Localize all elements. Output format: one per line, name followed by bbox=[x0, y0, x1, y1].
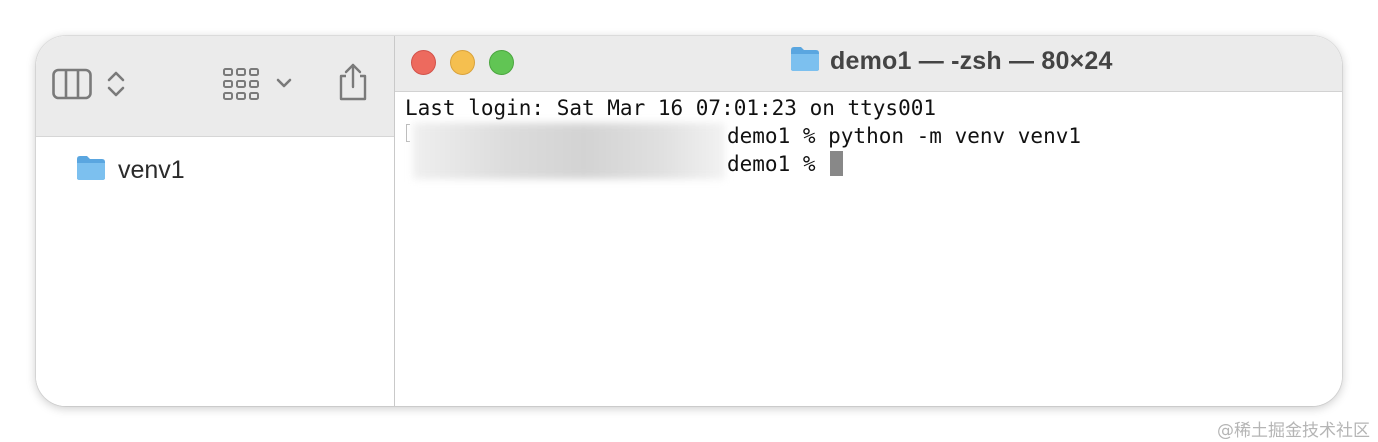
prompt-marker bbox=[406, 124, 410, 142]
window-title-text: demo1 — -zsh — 80×24 bbox=[830, 47, 1113, 75]
prompt-text: demo1 % bbox=[727, 152, 829, 176]
folder-icon bbox=[76, 155, 106, 186]
share-icon[interactable] bbox=[336, 62, 370, 102]
list-item[interactable]: venv1 bbox=[76, 155, 185, 186]
watermark: @稀土掘金技术社区 bbox=[1217, 421, 1370, 441]
folder-icon bbox=[790, 46, 820, 77]
finder-file-list: venv1 bbox=[36, 137, 396, 406]
terminal-window: demo1 — -zsh — 80×24 Last login: Sat Mar… bbox=[394, 36, 1342, 406]
finder-toolbar bbox=[36, 36, 396, 137]
command-line: demo1 % python -m venv venv1 bbox=[727, 124, 1082, 148]
redacted-prompt bbox=[413, 123, 725, 179]
sidebar-columns-icon[interactable] bbox=[52, 68, 92, 100]
file-name: venv1 bbox=[118, 156, 185, 184]
chevron-down-icon[interactable] bbox=[275, 76, 293, 90]
sort-chevrons-icon[interactable] bbox=[106, 68, 126, 100]
minimize-button[interactable] bbox=[450, 50, 475, 75]
prompt-line: demo1 % bbox=[727, 150, 844, 178]
desktop-windows: venv1 demo1 — -zsh — 80×24 Last login: S… bbox=[36, 36, 1342, 406]
grid-view-icon[interactable] bbox=[222, 66, 260, 102]
text-cursor bbox=[830, 151, 844, 176]
window-title: demo1 — -zsh — 80×24 bbox=[790, 46, 1113, 77]
login-line: Last login: Sat Mar 16 07:01:23 on ttys0… bbox=[405, 96, 937, 120]
close-button[interactable] bbox=[411, 50, 436, 75]
finder-window: venv1 bbox=[36, 36, 396, 406]
terminal-titlebar[interactable]: demo1 — -zsh — 80×24 bbox=[395, 36, 1342, 92]
maximize-button[interactable] bbox=[489, 50, 514, 75]
